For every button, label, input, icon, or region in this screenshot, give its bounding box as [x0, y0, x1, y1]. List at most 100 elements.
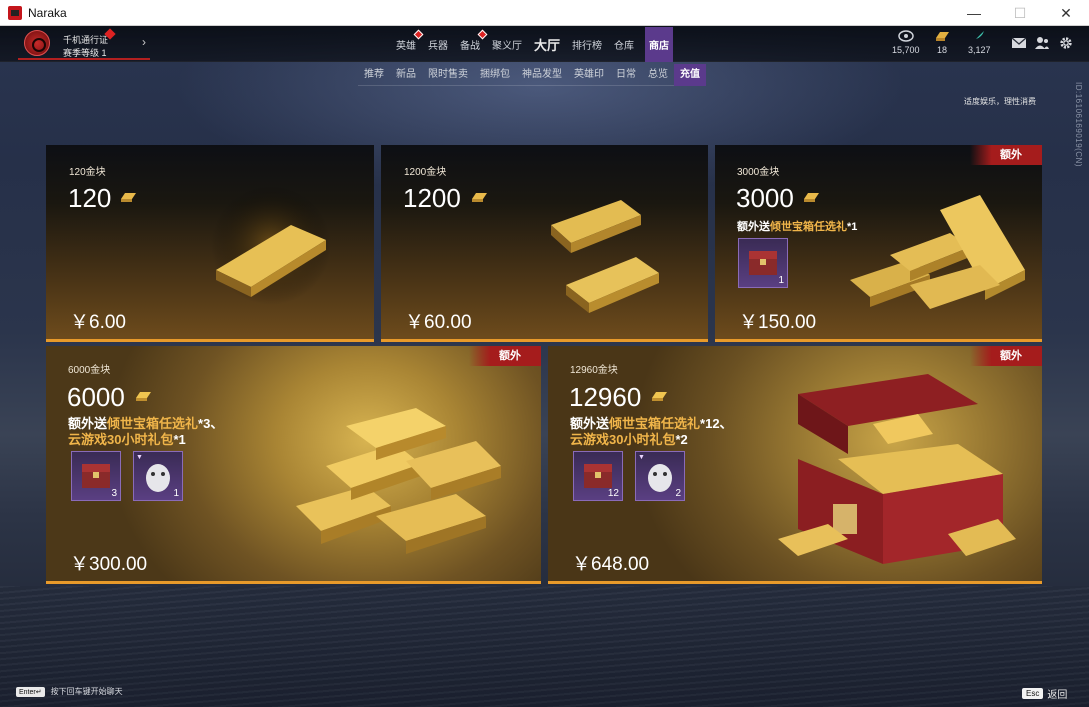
tab-new[interactable]: 新品	[390, 64, 422, 86]
card-title: 1200金块	[404, 167, 447, 178]
reward-quantity: 1	[173, 488, 179, 499]
enter-key[interactable]: Enter↵	[16, 686, 45, 697]
app-icon	[8, 5, 22, 20]
gold-ingots-pile-image	[296, 408, 501, 554]
card-price: ￥300.00	[70, 554, 148, 575]
moderation-notice: 适度娱乐，理性消费	[964, 97, 1036, 106]
nav-prepare[interactable]: 备战	[459, 29, 488, 52]
notification-dot-icon	[413, 29, 424, 39]
card-amount: 6000	[67, 382, 125, 412]
currency-coins[interactable]: 15,700	[892, 30, 920, 55]
main-navigation: 英雄 兵器 备战 聚义厅 大厅 排行榜 仓库 商店	[390, 26, 678, 62]
nav-hall-of-heroes[interactable]: 聚义厅	[491, 37, 523, 52]
recharge-card-3000[interactable]: 额外 3000金块 3000 额外送倾世宝箱任选礼*1 1 ￥150.00	[715, 145, 1042, 342]
currency-gold[interactable]: 18	[934, 30, 950, 55]
chevron-right-icon[interactable]: ›	[142, 35, 146, 49]
esc-key[interactable]: Esc	[1022, 688, 1044, 699]
extra-bonus-tag: 额外	[970, 346, 1042, 366]
battle-pass-label: 千机通行证	[63, 35, 109, 45]
treasure-chest-gold-image	[778, 374, 1016, 564]
nav-heroes[interactable]: 英雄	[395, 29, 424, 52]
season-level-label: 赛季等级 1	[63, 48, 107, 58]
card-price: ￥6.00	[70, 312, 126, 333]
gold-bar-icon	[652, 392, 667, 401]
notification-dot-icon	[477, 29, 488, 39]
maximize-button[interactable]: ☐	[997, 0, 1043, 26]
reward-item-tiger[interactable]: ▼ 1	[133, 451, 183, 501]
bonus-description: 额外送倾世宝箱任选礼*3、 云游戏30小时礼包*1	[68, 416, 224, 447]
reward-item-chest[interactable]: 3	[71, 451, 121, 501]
window-titlebar: Naraka — ☐ ✕	[0, 0, 1089, 26]
nav-lobby[interactable]: 大厅	[533, 35, 561, 54]
coins-value: 15,700	[892, 45, 920, 55]
gold-ingots-stack-image	[850, 195, 1025, 309]
tab-recharge[interactable]: 充值	[674, 63, 706, 86]
rarity-icon: ▼	[136, 454, 143, 461]
card-amount: 3000	[736, 183, 794, 213]
game-viewport: 千机通行证 赛季等级 1 › 英雄 兵器 备战 聚义厅 大厅 排行榜 仓库 商店…	[0, 26, 1089, 707]
rarity-icon: ▼	[638, 454, 645, 461]
gold-ingot-image	[211, 185, 331, 305]
extra-bonus-tag: 额外	[970, 145, 1042, 165]
tab-recommended[interactable]: 推荐	[358, 64, 390, 86]
currency-feather[interactable]: 3,127	[968, 30, 991, 55]
recharge-card-6000[interactable]: 额外 6000金块 6000 额外送倾世宝箱任选礼*3、 云游戏30小时礼包*1…	[46, 346, 541, 584]
reward-item-chest[interactable]: 1	[738, 238, 788, 288]
extra-bonus-tag: 额外	[469, 346, 541, 366]
coin-icon	[898, 30, 914, 42]
gold-value: 18	[936, 45, 947, 55]
gold-bar-icon	[936, 32, 949, 41]
reward-quantity: 2	[675, 488, 681, 499]
nav-weapons[interactable]: 兵器	[427, 37, 449, 52]
tab-bundles[interactable]: 捆绑包	[474, 64, 516, 86]
gear-icon[interactable]	[1058, 36, 1074, 50]
card-title: 6000金块	[68, 365, 111, 376]
card-price: ￥648.00	[572, 554, 650, 575]
recharge-card-12960[interactable]: 额外 12960金块 12960 额外送倾世宝箱任选礼*12、 云游戏30小时礼…	[548, 346, 1042, 584]
reward-quantity: 1	[778, 275, 784, 286]
bonus-description: 额外送倾世宝箱任选礼*12、 云游戏30小时礼包*2	[570, 416, 733, 447]
gold-bar-icon	[804, 193, 819, 202]
window-title: Naraka	[28, 5, 67, 20]
nav-storage[interactable]: 仓库	[613, 37, 635, 52]
store-subtabs: 推荐 新品 限时售卖 捆绑包 神品发型 英雄印 日常 总览 充值	[358, 63, 706, 86]
minimize-button[interactable]: —	[951, 0, 997, 26]
gold-bar-icon	[136, 392, 151, 401]
nav-store[interactable]: 商店	[645, 26, 674, 62]
card-amount: 120	[68, 183, 112, 213]
reward-quantity: 12	[607, 488, 619, 499]
battle-pass-panel[interactable]: 千机通行证 赛季等级 1 ›	[18, 28, 150, 60]
card-price: ￥60.00	[405, 312, 472, 333]
card-amount: 1200	[403, 183, 461, 213]
feather-value: 3,127	[968, 45, 991, 55]
bonus-description: 额外送倾世宝箱任选礼*1	[737, 221, 858, 233]
gold-ingots-image	[551, 200, 659, 313]
back-hint[interactable]: Esc 返回	[1022, 686, 1067, 701]
reward-item-chest[interactable]: 12	[573, 451, 623, 501]
nav-leaderboard[interactable]: 排行榜	[571, 37, 603, 52]
feather-icon	[974, 31, 985, 41]
tab-limited-sale[interactable]: 限时售卖	[422, 64, 474, 86]
card-title: 120金块	[69, 167, 106, 178]
close-button[interactable]: ✕	[1043, 0, 1089, 26]
chat-hint: Enter↵ 按下回车键开始聊天	[16, 686, 123, 697]
reward-quantity: 3	[111, 488, 117, 499]
card-price: ￥150.00	[739, 312, 817, 333]
gold-bar-icon	[121, 193, 136, 202]
back-label[interactable]: 返回	[1047, 686, 1067, 701]
mail-icon[interactable]	[1011, 36, 1027, 50]
friends-icon[interactable]	[1034, 36, 1050, 50]
tab-hero-seals[interactable]: 英雄印	[568, 64, 610, 86]
reward-item-tiger[interactable]: ▼ 2	[635, 451, 685, 501]
tab-daily[interactable]: 日常	[610, 64, 642, 86]
chat-hint-text: 按下回车键开始聊天	[50, 687, 123, 696]
player-emblem-icon	[24, 30, 50, 56]
recharge-card-120[interactable]: 120金块 120 ￥6.00	[46, 145, 374, 342]
player-id-label: ID:16106169019(CN)	[1074, 82, 1083, 168]
card-title: 12960金块	[570, 365, 618, 376]
card-title: 3000金块	[737, 167, 780, 178]
tab-overview[interactable]: 总览	[642, 64, 674, 86]
recharge-card-1200[interactable]: 1200金块 1200 ￥60.00	[381, 145, 708, 342]
tab-hairstyles[interactable]: 神品发型	[516, 64, 568, 86]
card-amount: 12960	[569, 382, 642, 412]
